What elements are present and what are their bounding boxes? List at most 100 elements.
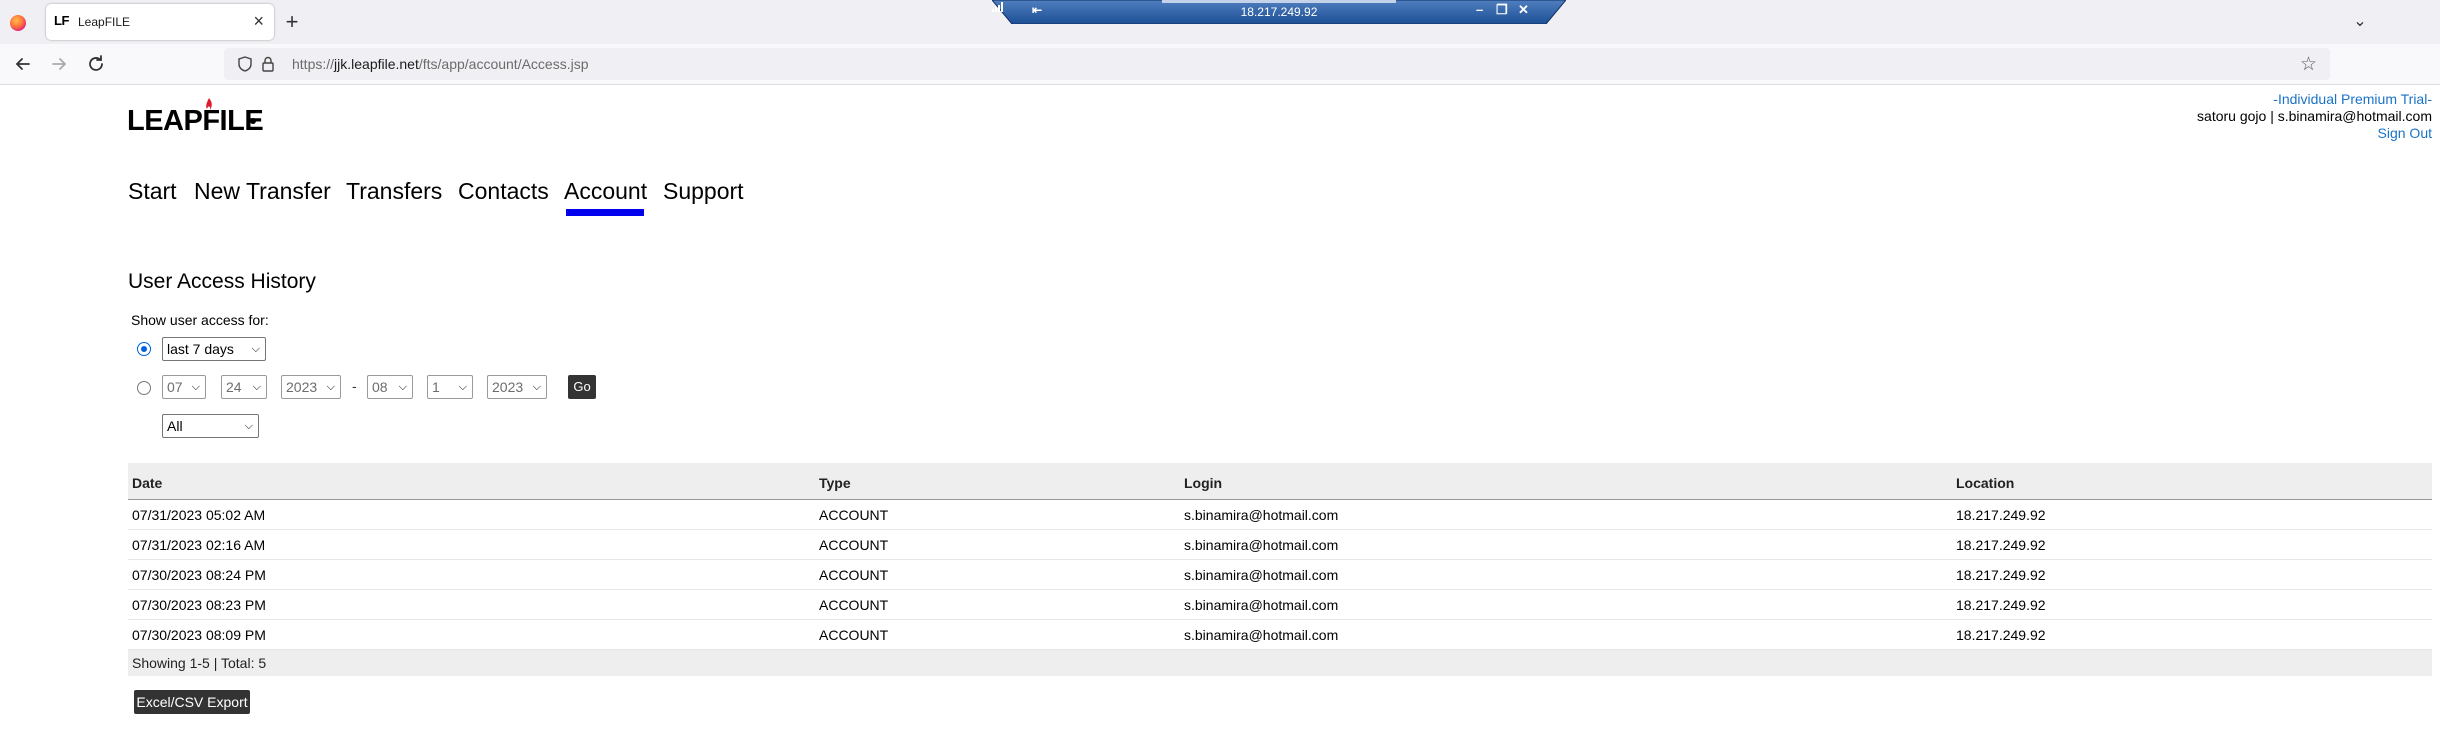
minimize-icon[interactable]: –	[1476, 2, 1483, 17]
from-year-select[interactable]: 2023 ⌵	[281, 375, 341, 399]
leapfile-logo[interactable]: LEAPFILE	[127, 105, 264, 138]
leapfile-favicon-icon: LF	[54, 13, 69, 28]
access-type-select[interactable]: All ⌵	[162, 414, 259, 438]
sign-out-link[interactable]: Sign Out	[2197, 125, 2432, 142]
chevron-down-icon: ⌵	[326, 381, 335, 393]
preset-range-value: last 7 days	[167, 341, 234, 357]
filter-label: Show user access for:	[131, 312, 269, 328]
go-button[interactable]: Go	[568, 375, 596, 399]
nav-start[interactable]: Start	[128, 178, 177, 205]
back-arrow-icon[interactable]	[11, 52, 35, 76]
browser-tab-bar: LF LeapFILE × + ⌄ ⇤ 18.217.249.92 – ❐ ✕	[0, 0, 2440, 44]
cell-type: ACCOUNT	[819, 627, 889, 643]
table-footer: Showing 1-5 | Total: 5	[128, 650, 2432, 676]
logo-flame-icon	[206, 98, 212, 110]
chevron-down-icon: ⌵	[244, 420, 253, 432]
cell-type: ACCOUNT	[819, 597, 889, 613]
table-header: Date Type Login Location	[128, 463, 2432, 500]
cell-location: 18.217.249.92	[1956, 597, 2046, 613]
table-row: 07/30/2023 08:09 PM ACCOUNT s.binamira@h…	[128, 620, 2432, 650]
chevron-down-icon: ⌵	[532, 381, 541, 393]
to-month-value: 08	[372, 379, 388, 395]
cell-date: 07/30/2023 08:24 PM	[132, 567, 266, 583]
account-info: -Individual Premium Trial- satoru gojo |…	[2197, 91, 2432, 142]
user-identity: satoru gojo | s.binamira@hotmail.com	[2197, 108, 2432, 124]
cell-type: ACCOUNT	[819, 567, 889, 583]
reload-icon[interactable]	[84, 52, 108, 76]
close-session-icon[interactable]: ✕	[1518, 2, 1529, 18]
from-year-value: 2023	[286, 379, 318, 395]
browser-tab[interactable]: LF LeapFILE ×	[46, 4, 274, 40]
to-day-select[interactable]: 1 ⌵	[427, 375, 473, 399]
nav-transfers[interactable]: Transfers	[346, 178, 442, 205]
padlock-icon[interactable]	[262, 56, 274, 72]
chevron-down-icon: ⌵	[398, 381, 407, 393]
url-text[interactable]: https://jjk.leapfile.net/fts/app/account…	[292, 56, 589, 72]
cell-location: 18.217.249.92	[1956, 507, 2046, 523]
custom-range-radio[interactable]	[137, 381, 151, 395]
from-month-select[interactable]: 07 ⌵	[162, 375, 206, 399]
access-type-value: All	[167, 418, 183, 434]
date-range-separator: -	[352, 378, 357, 394]
plan-link[interactable]: -Individual Premium Trial-	[2197, 91, 2432, 108]
url-host: jjk.leapfile.net	[334, 56, 419, 72]
cell-login: s.binamira@hotmail.com	[1184, 597, 1339, 613]
column-header-type[interactable]: Type	[819, 475, 851, 491]
nav-account[interactable]: Account	[564, 178, 647, 205]
chevron-down-icon: ⌵	[252, 381, 261, 393]
bookmark-star-icon[interactable]: ☆	[2300, 53, 2317, 76]
nav-new-transfer[interactable]: New Transfer	[194, 178, 331, 205]
cell-date: 07/30/2023 08:23 PM	[132, 597, 266, 613]
table-row: 07/31/2023 02:16 AM ACCOUNT s.binamira@h…	[128, 530, 2432, 560]
from-day-value: 24	[226, 379, 242, 395]
pagination-summary: Showing 1-5 | Total: 5	[132, 655, 267, 671]
chevron-down-icon: ⌵	[458, 381, 467, 393]
column-header-location[interactable]: Location	[1956, 475, 2014, 491]
cell-type: ACCOUNT	[819, 507, 889, 523]
preset-range-select[interactable]: last 7 days ⌵	[162, 337, 266, 361]
url-path: /fts/app/account/Access.jsp	[418, 56, 589, 72]
to-year-value: 2023	[492, 379, 524, 395]
tab-title: LeapFILE	[78, 15, 131, 29]
cell-type: ACCOUNT	[819, 537, 889, 553]
forward-arrow-icon[interactable]	[47, 52, 71, 76]
excel-csv-export-button[interactable]: Excel/CSV Export	[134, 690, 250, 714]
to-day-value: 1	[432, 379, 440, 395]
browser-navigation-bar: https://jjk.leapfile.net/fts/app/account…	[0, 44, 2440, 85]
cell-location: 18.217.249.92	[1956, 627, 2046, 643]
table-row: 07/30/2023 08:24 PM ACCOUNT s.binamira@h…	[128, 560, 2432, 590]
from-day-select[interactable]: 24 ⌵	[221, 375, 267, 399]
logo-registered-dot	[250, 118, 256, 124]
column-header-date[interactable]: Date	[132, 475, 162, 491]
cell-date: 07/30/2023 08:09 PM	[132, 627, 266, 643]
column-header-login[interactable]: Login	[1184, 475, 1222, 491]
from-month-value: 07	[167, 379, 183, 395]
to-month-select[interactable]: 08 ⌵	[367, 375, 413, 399]
page-title: User Access History	[128, 270, 316, 293]
chevron-down-icon: ⌵	[191, 381, 200, 393]
tab-list-chevron-icon[interactable]: ⌄	[2348, 10, 2372, 34]
close-tab-icon[interactable]: ×	[253, 11, 264, 31]
cell-date: 07/31/2023 02:16 AM	[132, 537, 266, 553]
preset-range-radio[interactable]	[137, 342, 151, 356]
chevron-down-icon: ⌵	[251, 343, 260, 355]
table-row: 07/30/2023 08:23 PM ACCOUNT s.binamira@h…	[128, 590, 2432, 620]
cell-login: s.binamira@hotmail.com	[1184, 537, 1339, 553]
remote-session-bar: ⇤ 18.217.249.92 – ❐ ✕	[992, 0, 1566, 24]
nav-contacts[interactable]: Contacts	[458, 178, 549, 205]
nav-support[interactable]: Support	[663, 178, 744, 205]
cell-login: s.binamira@hotmail.com	[1184, 627, 1339, 643]
cell-login: s.binamira@hotmail.com	[1184, 507, 1339, 523]
active-nav-indicator	[566, 209, 644, 216]
cell-location: 18.217.249.92	[1956, 567, 2046, 583]
restore-icon[interactable]: ❐	[1496, 2, 1508, 18]
cell-login: s.binamira@hotmail.com	[1184, 567, 1339, 583]
address-bar[interactable]: https://jjk.leapfile.net/fts/app/account…	[224, 48, 2330, 80]
cell-location: 18.217.249.92	[1956, 537, 2046, 553]
new-tab-button[interactable]: +	[280, 8, 304, 36]
tracking-protection-shield-icon[interactable]	[238, 56, 252, 72]
url-scheme: https://	[292, 56, 335, 72]
firefox-icon[interactable]	[10, 15, 26, 31]
to-year-select[interactable]: 2023 ⌵	[487, 375, 547, 399]
access-history-table: Date Type Login Location 07/31/2023 05:0…	[128, 463, 2432, 676]
